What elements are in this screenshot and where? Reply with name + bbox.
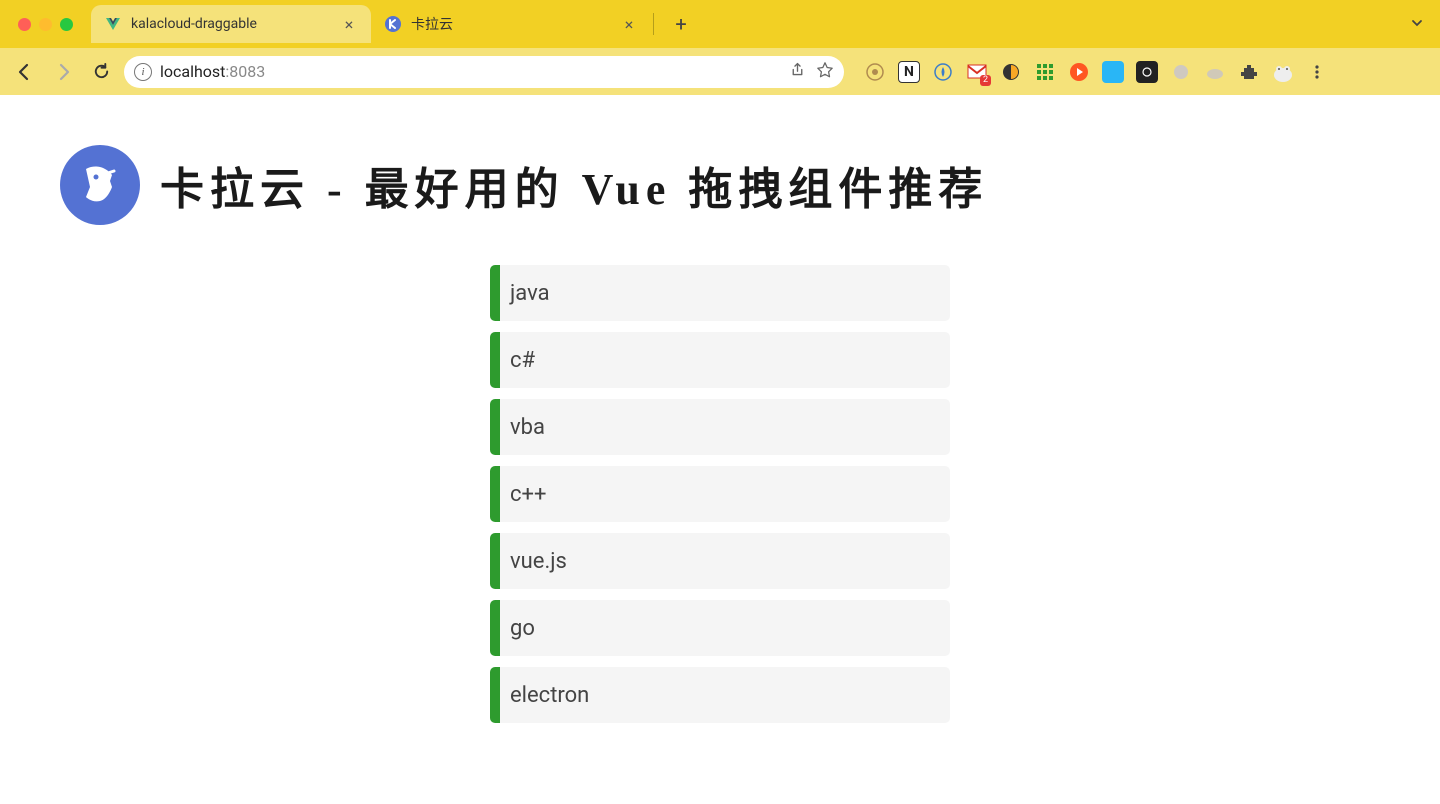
profile-icon[interactable] [1272, 61, 1294, 83]
list-item-label: vue.js [510, 549, 567, 574]
list-item[interactable]: c# [490, 332, 950, 388]
window-maximize-button[interactable] [60, 18, 73, 31]
share-icon[interactable] [789, 61, 806, 82]
page-title: 卡拉云 - 最好用的 Vue 拖拽组件推荐 [160, 153, 988, 217]
extension-icons: N 2 [864, 61, 1328, 83]
window-minimize-button[interactable] [39, 18, 52, 31]
browser-chrome: kalacloud-draggable × 卡拉云 × + i lo [0, 0, 1440, 95]
tab-inactive[interactable]: 卡拉云 × [371, 5, 651, 43]
extension-icon[interactable] [1136, 61, 1158, 83]
page-content: 卡拉云 - 最好用的 Vue 拖拽组件推荐 java c# vba c++ vu… [0, 95, 1440, 773]
close-icon[interactable]: × [341, 16, 357, 32]
tab-title: 卡拉云 [411, 14, 611, 34]
extension-icon[interactable] [1170, 61, 1192, 83]
extension-icon[interactable] [1000, 61, 1022, 83]
new-tab-button[interactable]: + [666, 9, 696, 39]
extension-icon[interactable] [1034, 61, 1056, 83]
list-item[interactable]: vue.js [490, 533, 950, 589]
extension-icon[interactable] [1068, 61, 1090, 83]
extension-icon[interactable] [864, 61, 886, 83]
extension-icon[interactable] [932, 61, 954, 83]
back-button[interactable] [10, 57, 40, 87]
tab-active[interactable]: kalacloud-draggable × [91, 5, 371, 43]
list-item[interactable]: go [490, 600, 950, 656]
traffic-lights [18, 18, 73, 31]
list-item-label: c++ [510, 482, 546, 507]
site-info-icon[interactable]: i [134, 63, 152, 81]
list-item[interactable]: c++ [490, 466, 950, 522]
list-item[interactable]: electron [490, 667, 950, 723]
url-text: localhost:8083 [160, 62, 265, 81]
reload-button[interactable] [86, 57, 116, 87]
vue-favicon-icon [105, 16, 121, 32]
bookmark-star-icon[interactable] [816, 61, 834, 83]
tab-list-dropdown[interactable] [1410, 15, 1424, 34]
tab-title: kalacloud-draggable [131, 16, 331, 32]
list-item-label: go [510, 616, 535, 641]
window-close-button[interactable] [18, 18, 31, 31]
forward-button[interactable] [48, 57, 78, 87]
notion-icon[interactable]: N [898, 61, 920, 83]
tab-separator [653, 13, 654, 35]
close-icon[interactable]: × [621, 16, 637, 32]
gmail-icon[interactable]: 2 [966, 61, 988, 83]
extensions-menu-icon[interactable] [1238, 61, 1260, 83]
list-item[interactable]: vba [490, 399, 950, 455]
tab-bar: kalacloud-draggable × 卡拉云 × + [0, 0, 1440, 48]
extension-icon[interactable] [1204, 61, 1226, 83]
list-item[interactable]: java [490, 265, 950, 321]
list-item-label: electron [510, 683, 589, 708]
kalacloud-logo-icon [60, 145, 140, 225]
browser-menu-icon[interactable] [1306, 61, 1328, 83]
draggable-list: java c# vba c++ vue.js go electron [490, 265, 950, 723]
list-item-label: vba [510, 415, 545, 440]
kalacloud-favicon-icon [385, 16, 401, 32]
extension-icon[interactable] [1102, 61, 1124, 83]
address-bar-row: i localhost:8083 N [0, 48, 1440, 95]
badge-count: 2 [980, 75, 991, 86]
page-heading: 卡拉云 - 最好用的 Vue 拖拽组件推荐 [60, 145, 1380, 225]
list-item-label: java [510, 281, 550, 306]
address-bar[interactable]: i localhost:8083 [124, 56, 844, 88]
list-item-label: c# [510, 348, 535, 373]
